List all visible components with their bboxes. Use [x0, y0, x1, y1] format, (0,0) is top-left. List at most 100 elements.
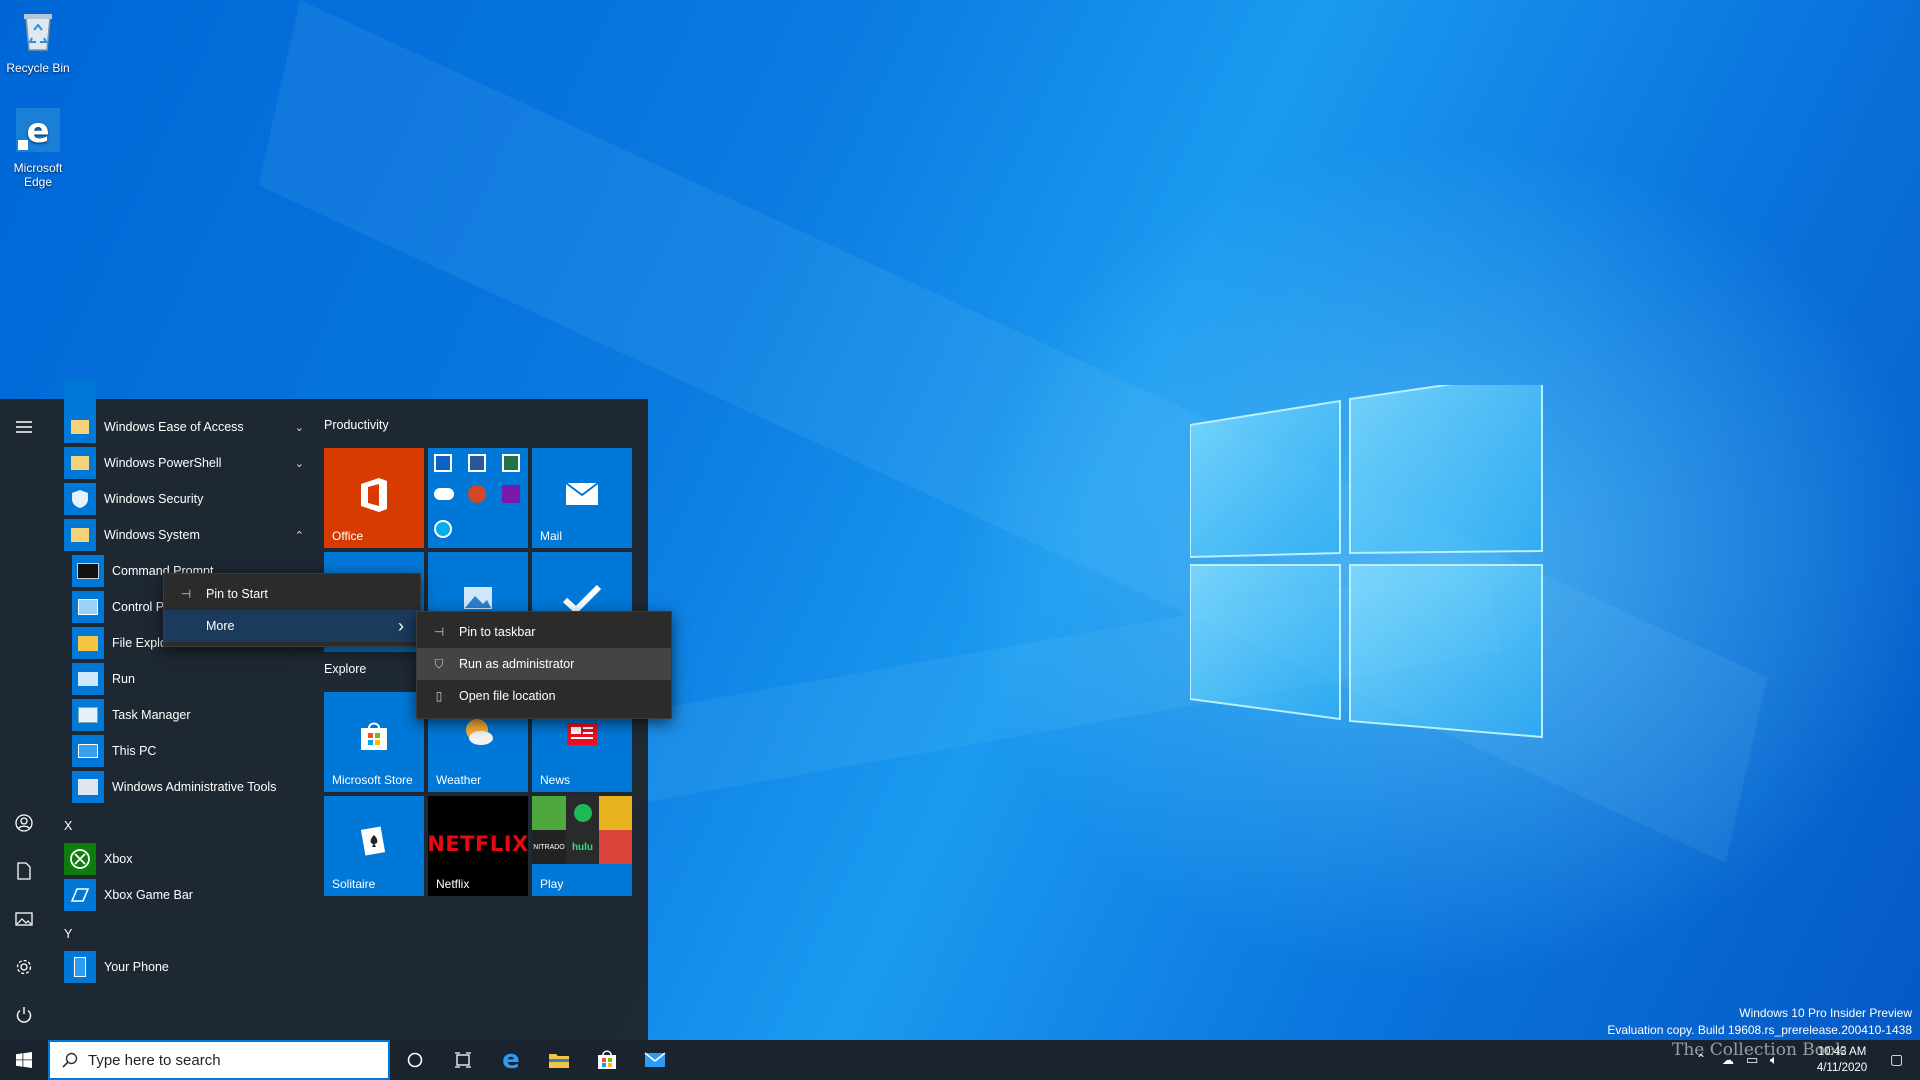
tile-label: Play [540, 877, 564, 891]
onedrive-icon [434, 488, 454, 500]
run-icon [72, 663, 104, 695]
cortana-button[interactable] [391, 1040, 439, 1080]
chevron-right-icon: › [398, 615, 404, 636]
tile-label: Mail [540, 529, 563, 543]
desktop-icon-microsoft-edge[interactable]: e Microsoft Edge [0, 106, 76, 189]
app-windows-administrative-tools[interactable]: Windows Administrative Tools [72, 769, 312, 805]
group-title-productivity[interactable]: Productivity [324, 418, 389, 432]
phone-icon [64, 951, 96, 983]
app-label: Windows Administrative Tools [112, 780, 277, 794]
app-label: Windows Ease of Access [104, 420, 244, 434]
app-xbox-game-bar[interactable]: Xbox Game Bar [64, 877, 304, 913]
watermark-build: Evaluation copy. Build 19608.rs_prerelea… [1607, 1023, 1912, 1037]
recycle-bin-icon [24, 14, 52, 51]
tiles-area: Productivity Office Mail Explore Microso… [324, 399, 644, 1040]
solitaire-icon [360, 826, 386, 856]
documents-button[interactable] [0, 847, 48, 895]
desktop-icon-recycle-bin[interactable]: Recycle Bin [0, 6, 76, 75]
user-icon [15, 814, 33, 832]
tile-solitaire[interactable]: Solitaire [324, 796, 424, 896]
mail-icon [644, 1052, 666, 1067]
cortana-icon [407, 1052, 423, 1068]
context-submenu: ⊣ Pin to taskbar ⛉ Run as administrator … [416, 611, 672, 719]
power-icon [16, 1007, 32, 1023]
task-view-button[interactable] [439, 1040, 487, 1080]
power-button[interactable] [0, 991, 48, 1039]
menu-item-open-file-location[interactable]: ▯ Open file location [417, 680, 671, 712]
task-manager-icon [72, 699, 104, 731]
taskbar-mail[interactable] [631, 1040, 679, 1080]
list-item[interactable] [64, 377, 304, 413]
clock-date: 4/11/2020 [1816, 1062, 1868, 1074]
shield-run-icon: ⛉ [434, 656, 444, 671]
app-windows-security[interactable]: Windows Security [64, 481, 304, 517]
start-button[interactable] [0, 1040, 48, 1080]
pictures-button[interactable] [0, 895, 48, 943]
pin-icon: ⊣ [433, 625, 445, 639]
spotify-icon [566, 796, 599, 830]
tile-play[interactable]: NITRADO hulu Play [532, 796, 632, 896]
store-icon [361, 722, 387, 750]
notifications-icon[interactable]: ▢ [1890, 1051, 1903, 1068]
game-thumb-disney [599, 830, 632, 864]
user-account-button[interactable] [0, 799, 48, 847]
group-title-explore[interactable]: Explore [324, 662, 366, 676]
windows-logo-wallpaper [1190, 385, 1543, 739]
search-icon [62, 1052, 78, 1068]
app-list: Windows Ease of Access ⌄ Windows PowerSh… [56, 379, 306, 1040]
app-task-manager[interactable]: Task Manager [72, 697, 312, 733]
windows-start-icon [16, 1052, 32, 1068]
nitrado-thumb: NITRADO [532, 830, 566, 864]
app-folder-windows-powershell[interactable]: Windows PowerShell ⌄ [64, 445, 304, 481]
letter-header-x[interactable]: X [64, 819, 72, 833]
edge-icon: e [502, 1045, 520, 1075]
onenote-icon [502, 485, 520, 503]
tile-label: Office [332, 529, 364, 543]
this-pc-icon [72, 735, 104, 767]
svg-text:e: e [26, 111, 49, 151]
app-xbox[interactable]: Xbox [64, 841, 304, 877]
menu-item-label: Pin to taskbar [459, 625, 536, 639]
app-label: Your Phone [104, 960, 169, 974]
taskbar-file-explorer[interactable] [535, 1040, 583, 1080]
menu-item-more[interactable]: More › [164, 610, 420, 642]
mail-icon [565, 482, 599, 505]
taskbar-edge[interactable]: e [487, 1040, 535, 1080]
tile-office-apps-group[interactable] [428, 448, 528, 548]
site-watermark-overlay: The Collection Book [1672, 1040, 1846, 1060]
context-menu: ⊣ Pin to Start More › [163, 573, 421, 647]
folder-icon [64, 447, 96, 479]
app-folder-windows-ease-of-access[interactable]: Windows Ease of Access ⌄ [64, 409, 304, 445]
game-thumb-2 [599, 796, 632, 830]
settings-button[interactable] [0, 943, 48, 991]
app-label: Windows PowerShell [104, 456, 222, 470]
excel-icon [502, 454, 520, 472]
cmd-icon [72, 555, 104, 587]
app-your-phone[interactable]: Your Phone [64, 949, 304, 985]
app-run[interactable]: Run [72, 661, 312, 697]
weather-icon [466, 719, 493, 745]
app-folder-windows-system[interactable]: Windows System ⌃ [64, 517, 304, 553]
tile-microsoft-store[interactable]: Microsoft Store [324, 692, 424, 792]
taskbar-search[interactable]: Type here to search [48, 1040, 390, 1080]
menu-item-run-as-administrator[interactable]: ⛉ Run as administrator [417, 648, 671, 680]
menu-item-pin-to-start[interactable]: ⊣ Pin to Start [164, 578, 420, 610]
word-icon [468, 454, 486, 472]
tile-mail[interactable]: Mail [532, 448, 632, 548]
tile-netflix[interactable]: NETFLIX Netflix [428, 796, 528, 896]
hamburger-icon [16, 421, 32, 433]
file-location-icon: ▯ [435, 689, 443, 703]
menu-item-label: Pin to Start [206, 587, 268, 601]
nitrado-label: NITRADO [533, 843, 565, 851]
desktop-icon-label: Microsoft Edge [13, 161, 63, 189]
hamburger-menu-button[interactable] [0, 403, 48, 451]
app-this-pc[interactable]: This PC [72, 733, 312, 769]
letter-header-y[interactable]: Y [64, 927, 72, 941]
tile-office[interactable]: Office [324, 448, 424, 548]
app-label: Xbox [104, 852, 133, 866]
taskbar-microsoft-store[interactable] [583, 1040, 631, 1080]
chevron-up-icon: ⌃ [294, 529, 304, 542]
menu-item-pin-to-taskbar[interactable]: ⊣ Pin to taskbar [417, 616, 671, 648]
hulu-label: hulu [571, 841, 594, 853]
pictures-icon [15, 912, 33, 926]
